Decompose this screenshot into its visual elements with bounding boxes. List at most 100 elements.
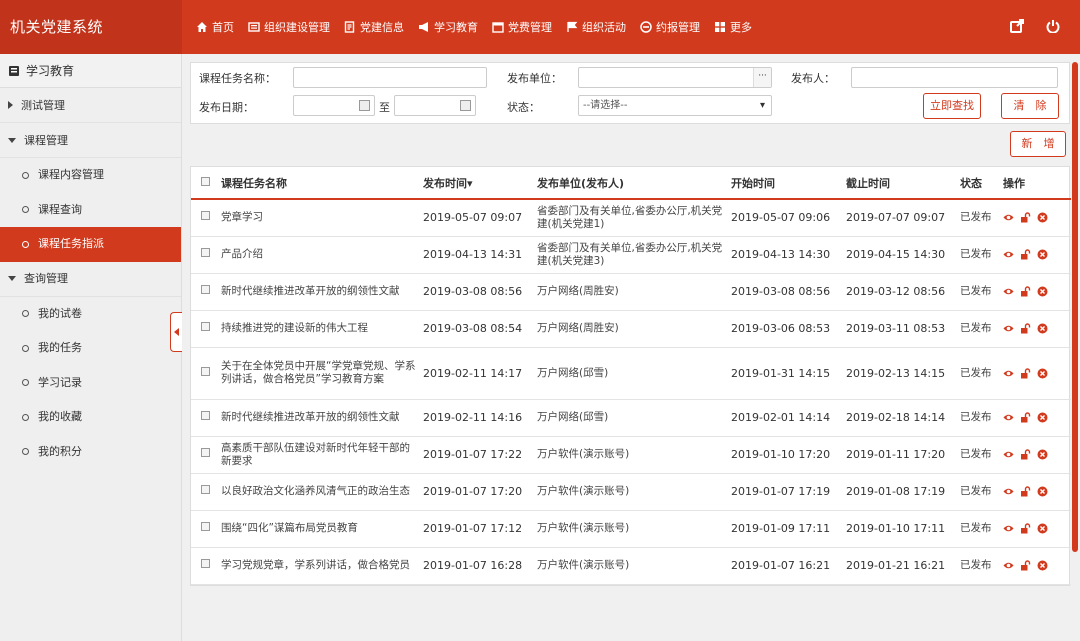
table-row[interactable]: 新时代继续推进改革开放的纲领性文献 2019-03-08 08:56 万户网络(周胜… xyxy=(191,273,1071,311)
task-name-cell[interactable]: 新时代继续推进改革开放的纲领性文献 xyxy=(217,273,419,311)
nav-item-1[interactable]: 组织建设管理 xyxy=(248,19,330,35)
sidebar-item-2-0[interactable]: 我的试卷 xyxy=(0,297,181,332)
row-checkbox[interactable] xyxy=(201,285,210,294)
table-row[interactable]: 高素质干部队伍建设对新时代年轻干部的新要求 2019-01-07 17:22 万户软… xyxy=(191,436,1071,474)
task-name-cell[interactable]: 以良好政治文化涵养风清气正的政治生态 xyxy=(217,473,419,511)
nav-item-4[interactable]: 党费管理 xyxy=(492,19,552,35)
nav-item-5[interactable]: 组织活动 xyxy=(566,19,626,35)
eye-icon[interactable] xyxy=(1003,486,1014,497)
table-row[interactable]: 持续推进党的建设新的伟大工程 2019-03-08 08:54 万户网络(周胜安) 2… xyxy=(191,310,1071,348)
nav-item-0[interactable]: 首页 xyxy=(196,19,234,35)
sidebar-item-2-2[interactable]: 学习记录 xyxy=(0,366,181,401)
delete-icon[interactable] xyxy=(1037,249,1048,260)
sidebar-group-2[interactable]: 查询管理 xyxy=(0,262,181,297)
delete-icon[interactable] xyxy=(1037,523,1048,534)
unlock-icon[interactable] xyxy=(1020,523,1031,534)
unlock-icon[interactable] xyxy=(1020,323,1031,334)
search-button[interactable]: 立即查找 xyxy=(923,93,981,119)
nav-item-2[interactable]: 党建信息 xyxy=(344,19,404,35)
unlock-icon[interactable] xyxy=(1020,212,1031,223)
sidebar-group-1[interactable]: 课程管理 xyxy=(0,123,181,158)
calendar-icon[interactable] xyxy=(460,100,471,111)
col-status: 状态 xyxy=(956,167,999,200)
row-checkbox[interactable] xyxy=(201,559,210,568)
sidebar-item-1-0[interactable]: 课程内容管理 xyxy=(0,158,181,193)
table-row[interactable]: 新时代继续推进改革开放的纲领性文献 2019-02-11 14:16 万户网络(邱雪… xyxy=(191,399,1071,437)
delete-icon[interactable] xyxy=(1037,286,1048,297)
table-row[interactable]: 以良好政治文化涵养风清气正的政治生态 2019-01-07 17:20 万户软件(演… xyxy=(191,473,1071,511)
sidebar-item-2-3[interactable]: 我的收藏 xyxy=(0,400,181,435)
delete-icon[interactable] xyxy=(1037,449,1048,460)
scrollbar[interactable] xyxy=(1072,62,1078,552)
nav-item-3[interactable]: 学习教育 xyxy=(418,19,478,35)
pub-time-cell: 2019-03-08 08:56 xyxy=(419,273,533,311)
delete-icon[interactable] xyxy=(1037,368,1048,379)
date-start-input[interactable] xyxy=(293,95,375,116)
sidebar-item-2-1[interactable]: 我的任务 xyxy=(0,331,181,366)
task-name-cell[interactable]: 党章学习 xyxy=(217,199,419,237)
delete-icon[interactable] xyxy=(1037,412,1048,423)
row-checkbox[interactable] xyxy=(201,522,210,531)
unlock-icon[interactable] xyxy=(1020,560,1031,571)
row-checkbox[interactable] xyxy=(201,322,210,331)
select-all-checkbox[interactable] xyxy=(201,177,210,186)
delete-icon[interactable] xyxy=(1037,212,1048,223)
delete-icon[interactable] xyxy=(1037,323,1048,334)
eye-icon[interactable] xyxy=(1003,286,1014,297)
unlock-icon[interactable] xyxy=(1020,412,1031,423)
export-icon[interactable] xyxy=(1010,19,1026,35)
eye-icon[interactable] xyxy=(1003,323,1014,334)
sidebar-item-2-4[interactable]: 我的积分 xyxy=(0,435,181,470)
eye-icon[interactable] xyxy=(1003,212,1014,223)
unlock-icon[interactable] xyxy=(1020,449,1031,460)
delete-icon[interactable] xyxy=(1037,486,1048,497)
unit-input[interactable]: ··· xyxy=(578,67,772,88)
eye-icon[interactable] xyxy=(1003,523,1014,534)
unlock-icon[interactable] xyxy=(1020,486,1031,497)
table-row[interactable]: 产品介绍 2019-04-13 14:31 省委部门及有关单位,省委办公厅,机关党建… xyxy=(191,236,1071,274)
pub-time-cell: 2019-01-07 16:28 xyxy=(419,547,533,585)
unlock-icon[interactable] xyxy=(1020,249,1031,260)
table-row[interactable]: 围绕“四化”谋篇布局党员教育 2019-01-07 17:12 万户软件(演示账号)… xyxy=(191,510,1071,548)
table-row[interactable]: 关于在全体党员中开展“学党章党规、学系列讲话，做合格党员”学习教育方案 2019-… xyxy=(191,347,1071,400)
task-name-input[interactable] xyxy=(293,67,487,88)
calendar-icon[interactable] xyxy=(359,100,370,111)
delete-icon[interactable] xyxy=(1037,560,1048,571)
eye-icon[interactable] xyxy=(1003,412,1014,423)
sidebar-group-0[interactable]: 测试管理 xyxy=(0,88,181,123)
power-icon[interactable] xyxy=(1046,19,1062,35)
sidebar-item-1-2[interactable]: 课程任务指派 xyxy=(0,227,181,262)
unlock-icon[interactable] xyxy=(1020,367,1031,379)
row-checkbox[interactable] xyxy=(201,485,210,494)
unlock-icon[interactable] xyxy=(1020,286,1031,297)
unit-picker-button[interactable]: ··· xyxy=(753,68,771,87)
eye-icon[interactable] xyxy=(1003,249,1014,260)
sidebar-item-1-1[interactable]: 课程查询 xyxy=(0,193,181,228)
publisher-input[interactable] xyxy=(851,67,1058,88)
task-name-cell[interactable]: 新时代继续推进改革开放的纲领性文献 xyxy=(217,399,419,437)
task-name-cell[interactable]: 产品介绍 xyxy=(217,236,419,274)
date-end-input[interactable] xyxy=(394,95,476,116)
clear-button[interactable]: 清 除 xyxy=(1001,93,1059,119)
task-name-cell[interactable]: 高素质干部队伍建设对新时代年轻干部的新要求 xyxy=(217,436,419,474)
row-checkbox[interactable] xyxy=(201,411,210,420)
add-button[interactable]: 新 增 xyxy=(1010,131,1066,157)
nav-item-7[interactable]: 更多 xyxy=(714,19,752,35)
task-name-cell[interactable]: 关于在全体党员中开展“学党章党规、学系列讲话，做合格党员”学习教育方案 xyxy=(217,347,419,400)
row-checkbox[interactable] xyxy=(201,211,210,221)
table-row[interactable]: 党章学习 2019-05-07 09:07 省委部门及有关单位,省委办公厅,机关党建… xyxy=(191,199,1071,237)
col-pub-time[interactable]: 发布时间▾ xyxy=(419,167,533,200)
eye-icon[interactable] xyxy=(1003,368,1014,379)
task-name-cell[interactable]: 学习党规党章，学系列讲话，做合格党员 xyxy=(217,547,419,585)
sidebar-collapse-button[interactable] xyxy=(170,312,182,352)
eye-icon[interactable] xyxy=(1003,449,1014,460)
task-name-cell[interactable]: 持续推进党的建设新的伟大工程 xyxy=(217,310,419,348)
nav-item-6[interactable]: 约报管理 xyxy=(640,19,700,35)
row-checkbox[interactable] xyxy=(201,448,210,457)
eye-icon[interactable] xyxy=(1003,560,1014,571)
row-checkbox[interactable] xyxy=(201,366,210,376)
status-select[interactable]: --请选择-- xyxy=(578,95,772,116)
row-checkbox[interactable] xyxy=(201,248,210,257)
task-name-cell[interactable]: 围绕“四化”谋篇布局党员教育 xyxy=(217,510,419,548)
table-row[interactable]: 学习党规党章，学系列讲话，做合格党员 2019-01-07 16:28 万户软件(演… xyxy=(191,547,1071,585)
